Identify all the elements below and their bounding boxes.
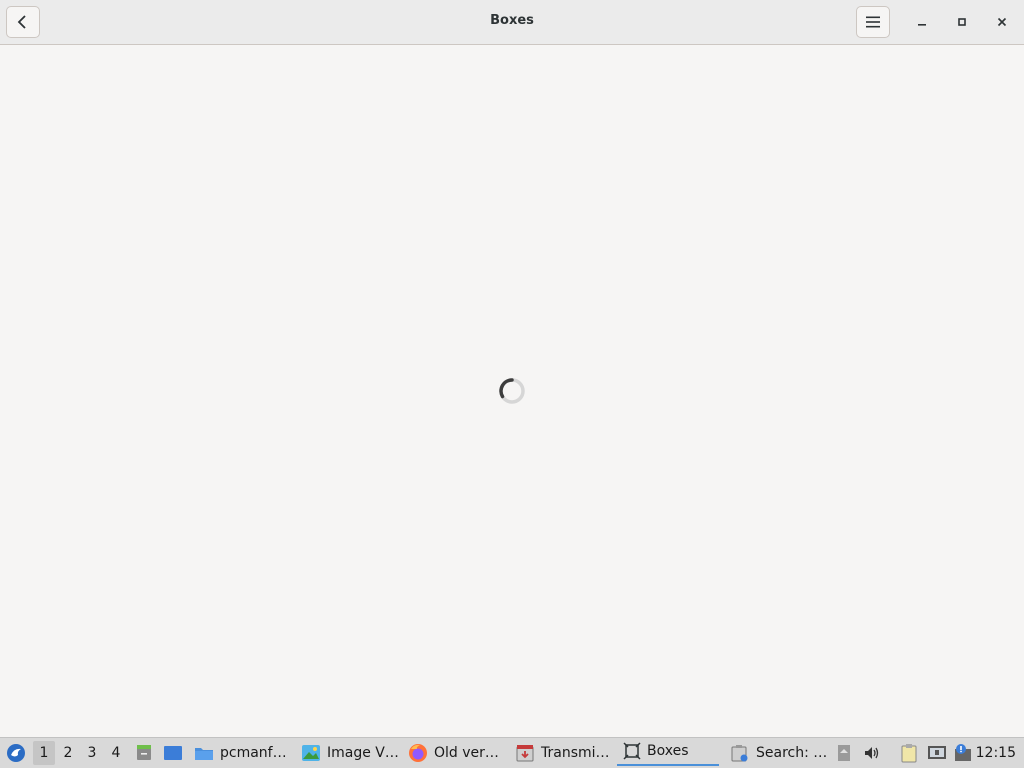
content-area (0, 45, 1024, 737)
tray-separator-handle[interactable] (836, 738, 852, 768)
start-menu-button[interactable] (4, 738, 28, 768)
clipboard-button[interactable] (898, 738, 920, 768)
workspace-2[interactable]: 2 (57, 738, 79, 768)
image-viewer-icon (302, 745, 320, 761)
desktop-icon (164, 746, 182, 760)
task-label: Boxes (647, 743, 689, 759)
show-desktop-button[interactable] (162, 738, 184, 768)
task-pcmanfm[interactable]: pcmanf… (194, 738, 287, 768)
eject-icon (838, 745, 850, 761)
volume-icon (865, 747, 879, 759)
minimize-icon (918, 24, 926, 26)
folder-icon (195, 748, 213, 760)
hamburger-menu-icon (866, 16, 880, 28)
taskbar: 1 2 3 4 pcmanf… Image V… Old ver… Transm… (0, 737, 1024, 768)
task-image-viewer[interactable]: Image V… (301, 738, 399, 768)
network-button[interactable] (926, 738, 948, 768)
task-firefox[interactable]: Old ver… (408, 738, 499, 768)
file-cabinet-icon (137, 745, 151, 760)
task-label: Search: … (756, 745, 828, 761)
clock[interactable]: 12:15 (976, 738, 1016, 768)
maximize-button[interactable] (951, 11, 973, 33)
lubuntu-logo-icon (7, 744, 25, 762)
workspace-3[interactable]: 3 (81, 738, 103, 768)
volume-button[interactable] (862, 738, 882, 768)
task-boxes[interactable]: Boxes (617, 738, 719, 766)
clipboard-icon (901, 744, 917, 763)
update-notifier-button[interactable] (952, 738, 974, 768)
workspace-1[interactable]: 1 (33, 741, 55, 765)
minimize-button[interactable] (911, 11, 933, 33)
network-icon (928, 746, 946, 759)
file-manager-launcher[interactable] (134, 738, 154, 768)
task-transmission[interactable]: Transmi… (515, 738, 610, 768)
search-files-icon (731, 745, 748, 762)
firefox-icon (409, 744, 427, 762)
workspace-4[interactable]: 4 (105, 738, 127, 768)
task-label: Old ver… (434, 745, 499, 761)
task-search[interactable]: Search: … (730, 738, 827, 768)
main-menu-button[interactable] (856, 6, 890, 38)
boxes-icon (623, 742, 641, 760)
close-icon (997, 17, 1007, 27)
update-notification-icon (955, 744, 971, 761)
close-button[interactable] (991, 11, 1013, 33)
task-label: Image V… (327, 745, 399, 761)
header-bar: Boxes (0, 0, 1024, 45)
task-label: Transmi… (541, 745, 610, 761)
task-label: pcmanf… (220, 745, 287, 761)
loading-spinner-icon (499, 378, 525, 404)
transmission-icon (516, 745, 534, 762)
maximize-icon (958, 18, 966, 26)
